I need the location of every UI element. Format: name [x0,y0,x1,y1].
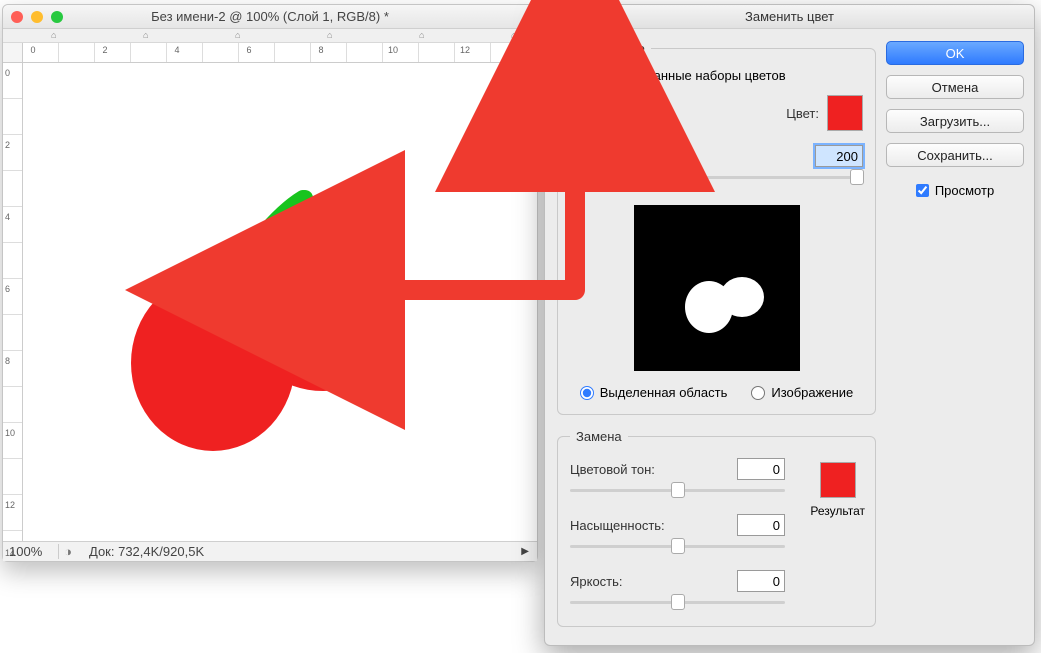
fuzziness-label: Разброс: [570,149,623,164]
fuzziness-slider[interactable] [570,167,863,187]
hue-label: Цветовой тон: [570,462,682,477]
saturation-input[interactable] [737,514,785,536]
flyout-icon[interactable]: ▶ [521,546,529,557]
canvas[interactable] [23,63,537,541]
ruler-origin [3,43,23,63]
replacement-legend: Замена [570,429,628,444]
lightness-label: Яркость: [570,574,682,589]
ok-button[interactable]: OK [886,41,1024,65]
localized-checkbox-label: Локализованные наборы цветов [590,68,786,83]
hue-input[interactable] [737,458,785,480]
dialog-titlebar[interactable]: Заменить цвет [545,5,1034,29]
saturation-slider[interactable] [570,536,785,556]
radio-selection-input[interactable] [580,386,594,400]
preview-checkbox-input[interactable] [916,184,929,197]
replacement-group: Замена Цветовой тон: Насыщенность: Яркос… [557,429,876,627]
load-button[interactable]: Загрузить... [886,109,1024,133]
color-swatch[interactable] [827,95,863,131]
lightness-input[interactable] [737,570,785,592]
saturation-label: Насыщенность: [570,518,682,533]
status-bar: 100% ◑ Док: 732,4K/920,5K ▶ [3,541,537,561]
result-label: Результат [810,504,865,518]
radio-image-input[interactable] [751,386,765,400]
doc-title: Без имени-2 @ 100% (Слой 1, RGB/8) * [3,9,537,24]
preview-checkbox[interactable]: Просмотр [886,183,1024,198]
ruler-horizontal[interactable]: 0 2 4 6 8 10 12 14 [23,43,537,63]
result-swatch[interactable] [820,462,856,498]
radio-image[interactable]: Изображение [751,385,853,400]
tab-bar: ⌂⌂⌂ ⌂⌂⌂ [3,29,537,43]
save-button[interactable]: Сохранить... [886,143,1024,167]
localized-checkbox[interactable]: Локализованные наборы цветов [570,68,863,83]
replace-color-dialog: Заменить цвет Выделение Локализованные н… [544,4,1035,646]
selection-preview [634,205,800,371]
fuzziness-input[interactable] [815,145,863,167]
selection-legend: Выделение [570,41,651,56]
localized-checkbox-input[interactable] [570,69,584,83]
selection-group: Выделение Локализованные наборы цветов [557,41,876,415]
filesize-label: Док: 732,4K/920,5K [77,544,204,559]
ruler-vertical[interactable]: 0 2 4 6 8 10 12 14 [3,63,23,541]
radio-selection[interactable]: Выделенная область [580,385,728,400]
cherry-image [23,63,537,541]
dialog-title: Заменить цвет [545,9,1034,24]
color-label: Цвет: [786,106,819,121]
cancel-button[interactable]: Отмена [886,75,1024,99]
document-window: Без имени-2 @ 100% (Слой 1, RGB/8) * ⌂⌂⌂… [2,4,538,562]
eyedropper-minus-icon[interactable] [630,100,656,126]
eyedropper-plus-icon[interactable] [600,100,626,126]
doc-titlebar[interactable]: Без имени-2 @ 100% (Слой 1, RGB/8) * [3,5,537,29]
eyedropper-icon[interactable] [570,100,596,126]
hue-slider[interactable] [570,480,785,500]
lightness-slider[interactable] [570,592,785,612]
